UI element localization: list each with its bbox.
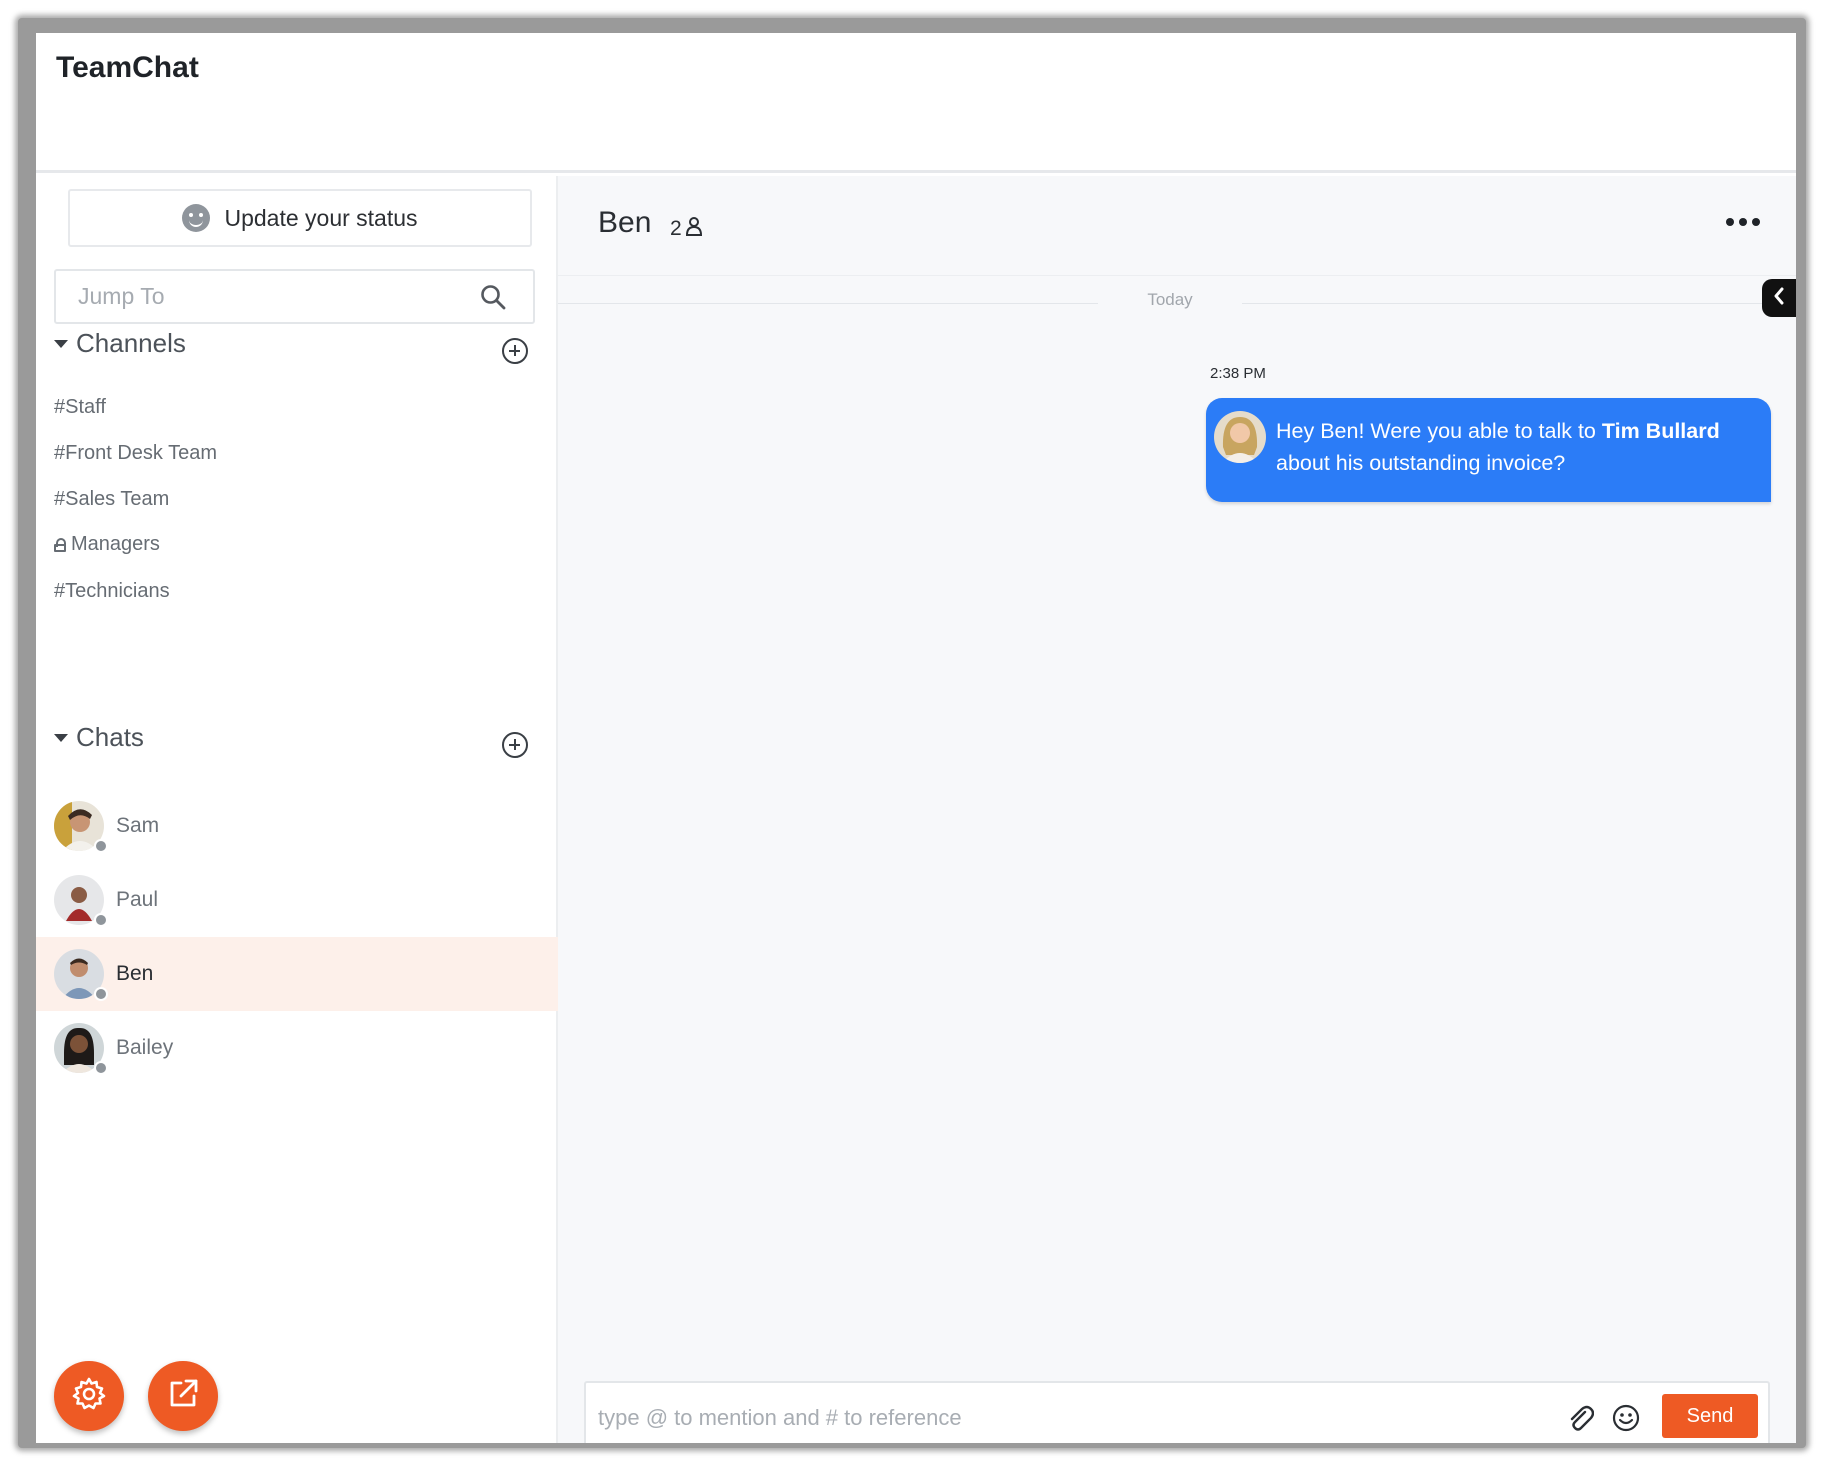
channel-item-staff[interactable]: #Staff xyxy=(54,396,106,419)
caret-down-icon xyxy=(54,339,68,348)
message-text-after: about his outstanding invoice? xyxy=(1276,451,1566,475)
member-count[interactable]: 2 xyxy=(670,216,703,242)
presence-indicator xyxy=(94,987,108,1001)
conversation-title: Ben xyxy=(598,206,652,239)
add-channel-button[interactable] xyxy=(502,338,528,364)
lock-icon xyxy=(54,537,66,552)
message-text-before: Hey Ben! Were you able to talk to xyxy=(1276,419,1602,443)
caret-down-icon xyxy=(54,733,68,742)
avatar xyxy=(54,1023,108,1075)
member-count-value: 2 xyxy=(670,217,682,240)
external-link-icon xyxy=(164,1375,202,1418)
more-horizontal-icon xyxy=(1726,218,1734,226)
chats-header-label: Chats xyxy=(76,722,144,752)
chat-item-bailey[interactable]: Bailey xyxy=(36,1011,558,1085)
message-timestamp: 2:38 PM xyxy=(1210,365,1266,382)
avatar xyxy=(54,949,108,1001)
avatar xyxy=(1214,411,1266,463)
channel-label: #Technicians xyxy=(54,580,170,602)
channel-label: #Sales Team xyxy=(54,488,170,510)
smiley-icon xyxy=(182,204,211,232)
message-bubble[interactable]: Hey Ben! Were you able to talk to Tim Bu… xyxy=(1206,398,1771,502)
chat-name: Sam xyxy=(116,814,160,837)
chat-name: Paul xyxy=(116,888,159,911)
conversation-header: Ben 2 xyxy=(558,176,1796,276)
paperclip-icon[interactable] xyxy=(1566,1403,1595,1438)
chat-name: Ben xyxy=(116,962,154,985)
collapse-panel-button[interactable] xyxy=(1762,279,1796,317)
channels-header-label: Channels xyxy=(76,328,186,358)
mention[interactable]: Tim Bullard xyxy=(1602,419,1720,443)
app-title: TeamChat xyxy=(56,51,199,84)
channel-label: #Front Desk Team xyxy=(54,442,218,464)
gear-icon xyxy=(70,1375,108,1418)
message-text: Hey Ben! Were you able to talk to Tim Bu… xyxy=(1276,415,1756,479)
channel-label: Managers xyxy=(71,533,160,555)
settings-button[interactable] xyxy=(54,1361,124,1431)
channel-item-technicians[interactable]: #Technicians xyxy=(54,580,170,603)
update-status-label: Update your status xyxy=(224,204,418,231)
chat-item-paul[interactable]: Paul xyxy=(36,863,558,937)
message-composer: Send xyxy=(584,1381,1770,1443)
sidebar: Update your status Channels #Staff #Fron… xyxy=(36,176,558,1443)
channel-label: #Staff xyxy=(54,396,106,418)
more-options-button[interactable] xyxy=(1726,218,1760,226)
presence-indicator xyxy=(94,913,108,927)
top-bar: TeamChat xyxy=(36,33,1796,173)
chats-header[interactable]: Chats xyxy=(54,722,144,753)
chat-item-ben[interactable]: Ben xyxy=(36,937,558,1011)
presence-indicator xyxy=(94,839,108,853)
chevron-left-icon xyxy=(1772,286,1786,311)
presence-indicator xyxy=(94,1061,108,1075)
add-chat-button[interactable] xyxy=(502,732,528,758)
jump-to-input[interactable] xyxy=(56,271,456,321)
chat-name: Bailey xyxy=(116,1036,174,1059)
send-button[interactable]: Send xyxy=(1662,1394,1758,1438)
teamchat-app: TeamChat Update your status Channels #St… xyxy=(36,33,1796,1443)
update-status-button[interactable]: Update your status xyxy=(68,189,532,247)
divider-line xyxy=(558,303,1098,304)
jump-to-field[interactable] xyxy=(54,269,535,324)
divider-line xyxy=(1242,303,1762,304)
conversation-pane: Ben 2 Today 2:38 PM Hey Ben! Were you ab… xyxy=(558,176,1796,1443)
message-input[interactable] xyxy=(598,1393,1538,1443)
chat-item-sam[interactable]: Sam xyxy=(36,789,558,863)
channel-item-managers[interactable]: Managers xyxy=(54,533,160,556)
avatar xyxy=(54,875,108,927)
smiley-icon[interactable] xyxy=(1611,1403,1641,1438)
channels-header[interactable]: Channels xyxy=(54,328,186,359)
avatar xyxy=(54,801,108,853)
channel-item-front-desk-team[interactable]: #Front Desk Team xyxy=(54,442,217,465)
date-divider: Today xyxy=(1147,290,1193,309)
people-icon xyxy=(685,216,703,242)
popout-button[interactable] xyxy=(148,1361,218,1431)
search-icon[interactable] xyxy=(479,283,507,316)
channel-item-sales-team[interactable]: #Sales Team xyxy=(54,488,169,511)
